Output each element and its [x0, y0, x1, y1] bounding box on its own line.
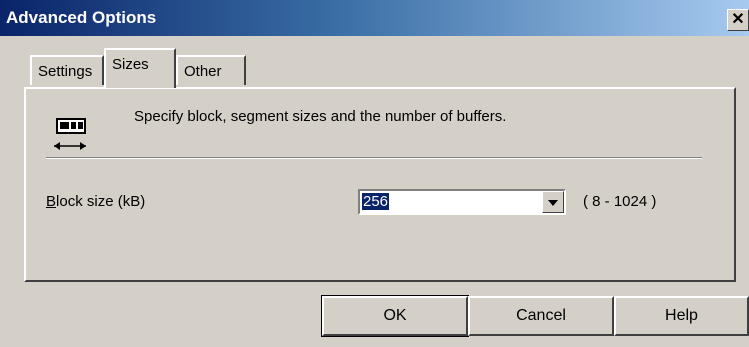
title-bar[interactable]: Advanced Options ✕	[0, 0, 749, 36]
window-title: Advanced Options	[6, 8, 157, 27]
tab-other-label: Other	[184, 63, 222, 80]
block-size-accesskey: B	[46, 193, 57, 210]
block-size-label: Block size (kB)	[46, 193, 145, 210]
tab-settings[interactable]: Settings	[30, 55, 104, 85]
block-size-range: ( 8 - 1024 )	[583, 193, 657, 210]
cancel-button[interactable]: Cancel	[468, 296, 614, 336]
chevron-down-icon[interactable]	[542, 191, 564, 213]
block-size-label-text: lock size (kB)	[56, 193, 146, 210]
advanced-options-dialog: Advanced Options ✕ Settings Sizes Other …	[0, 0, 749, 347]
section-divider	[46, 157, 702, 159]
sizes-description: Specify block, segment sizes and the num…	[134, 108, 507, 125]
close-button[interactable]: ✕	[727, 9, 749, 31]
block-size-combobox[interactable]: 256	[358, 189, 566, 215]
tab-sizes[interactable]: Sizes	[104, 48, 176, 88]
help-button[interactable]: Help	[614, 296, 749, 336]
tab-other[interactable]: Other	[176, 55, 246, 85]
close-icon: ✕	[731, 11, 745, 28]
ok-button[interactable]: OK	[321, 295, 469, 337]
cancel-button-label: Cancel	[516, 307, 566, 324]
tape-drive-icon	[54, 116, 94, 154]
tab-sizes-label: Sizes	[112, 56, 149, 73]
ok-button-label: OK	[383, 307, 407, 324]
tab-settings-label: Settings	[38, 63, 93, 80]
block-size-value[interactable]: 256	[362, 193, 390, 210]
help-button-label: Help	[665, 307, 698, 324]
